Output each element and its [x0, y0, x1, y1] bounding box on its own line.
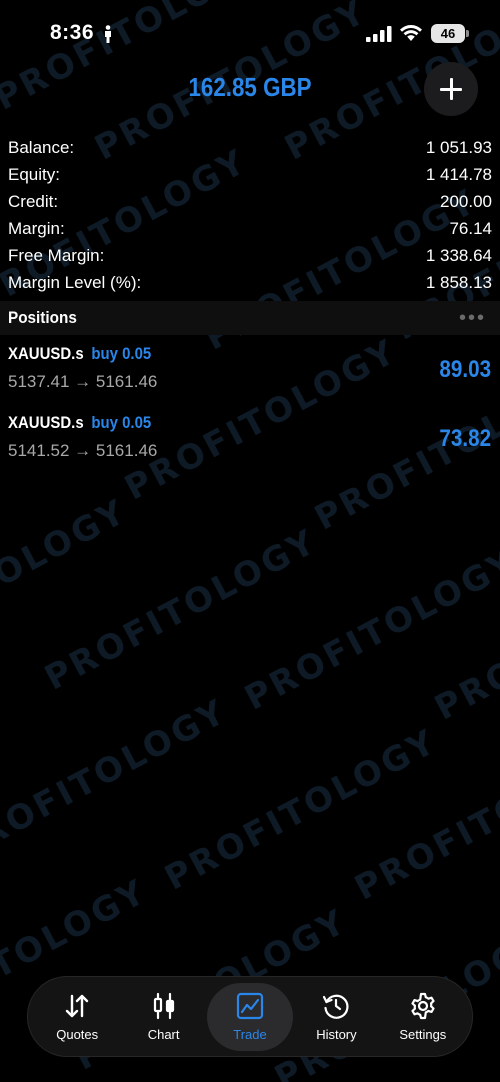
more-options-icon[interactable]: ••• [459, 307, 486, 330]
position-prices: 5141.52 → 5161.46 [8, 441, 158, 460]
tab-label: Quotes [56, 1027, 99, 1042]
margin-label: Margin: [8, 218, 65, 238]
position-side: buy 0.05 [91, 344, 152, 363]
watermark: PROFITOLOGY [348, 731, 500, 909]
quotes-arrows-icon [66, 994, 89, 1018]
tab-label: Trade [233, 1027, 267, 1042]
positions-header: Positions ••• [0, 301, 500, 335]
candlestick-icon [153, 992, 174, 1020]
position-row[interactable]: XAUUSD.s buy 0.05 5141.52 → 5161.46 73.8… [0, 413, 500, 471]
margin-value: 76.14 [449, 218, 492, 238]
free-margin-label: Free Margin: [8, 245, 105, 265]
tab-trade[interactable]: Trade [206, 982, 294, 1051]
equity-row: Equity: 1 414.78 [0, 161, 500, 188]
add-order-button[interactable] [424, 62, 478, 116]
margin-level-row: Margin Level (%): 1 858.13 [0, 269, 500, 296]
position-title: XAUUSD.s buy 0.05 [8, 413, 151, 433]
position-symbol: XAUUSD.s [8, 344, 84, 363]
position-prices: 5137.41 → 5161.46 [8, 372, 158, 391]
cellular-signal-icon [366, 26, 392, 42]
gear-icon [411, 992, 435, 1020]
tab-settings[interactable]: Settings [380, 983, 466, 1051]
watermark: PROFITOLOGY [158, 721, 444, 899]
tab-label: History [316, 1027, 357, 1042]
balance-value: 1 051.93 [425, 137, 492, 157]
watermark: PROFITOLOGY [238, 541, 500, 719]
trade-chart-icon [236, 992, 264, 1020]
free-margin-row: Free Margin: 1 338.64 [0, 242, 500, 269]
positions-title: Positions [8, 308, 77, 327]
watermark: PROFITOLOGY [0, 691, 234, 869]
credit-label: Credit: [8, 191, 59, 211]
person-icon [105, 25, 111, 43]
tab-label: Chart [147, 1027, 180, 1042]
equity-value: 1 414.78 [425, 164, 492, 184]
total-profit: 162.85 GBP [188, 72, 312, 102]
tab-bar: Quotes Chart Trade History Settings [27, 976, 473, 1057]
status-bar: 8:36 46 [0, 0, 500, 66]
position-side: buy 0.05 [91, 413, 152, 432]
position-title: XAUUSD.s buy 0.05 [8, 344, 151, 364]
tab-history[interactable]: History [293, 983, 379, 1051]
tab-label: Settings [399, 1027, 447, 1042]
watermark: PROFITOLOGY [0, 491, 134, 669]
watermark: PROFITOLOGY [428, 551, 500, 729]
position-symbol: XAUUSD.s [8, 413, 84, 432]
tab-chart[interactable]: Chart [120, 983, 206, 1051]
free-margin-value: 1 338.64 [425, 245, 492, 265]
equity-label: Equity: [8, 164, 60, 184]
position-profit: 89.03 [439, 356, 491, 383]
credit-row: Credit: 200.00 [0, 188, 500, 215]
position-row[interactable]: XAUUSD.s buy 0.05 5137.41 → 5161.46 89.0… [0, 344, 500, 402]
watermark: PROFITOLOGY [38, 521, 324, 699]
balance-label: Balance: [8, 137, 75, 157]
battery-icon: 46 [431, 24, 469, 43]
position-profit: 73.82 [439, 425, 491, 452]
credit-value: 200.00 [440, 191, 492, 211]
balance-row: Balance: 1 051.93 [0, 134, 500, 161]
wifi-icon [400, 25, 422, 41]
history-clock-icon [323, 994, 349, 1019]
account-summary: Balance: 1 051.93 Equity: 1 414.78 Credi… [0, 134, 500, 296]
margin-level-value: 1 858.13 [425, 272, 492, 292]
status-time: 8:36 [50, 21, 95, 44]
margin-level-label: Margin Level (%): [8, 272, 142, 292]
margin-row: Margin: 76.14 [0, 215, 500, 242]
tab-quotes[interactable]: Quotes [34, 983, 120, 1051]
